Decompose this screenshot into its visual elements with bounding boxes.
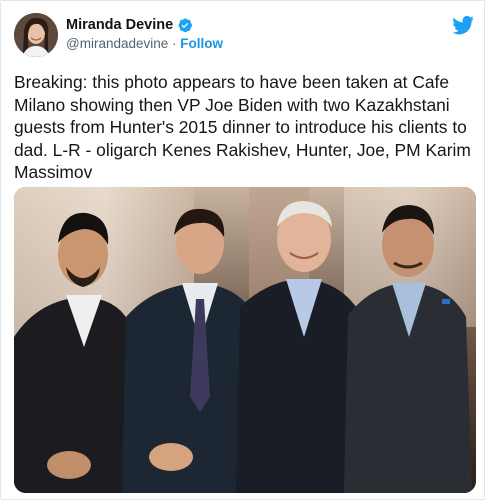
author-avatar[interactable]: [14, 13, 58, 57]
tweet-header: Miranda Devine @mirandadevine · Follow: [14, 13, 474, 63]
author-handle[interactable]: @mirandadevine: [66, 36, 168, 51]
twitter-bird-icon[interactable]: [452, 15, 474, 35]
handle-separator: ·: [168, 36, 181, 51]
verified-badge-icon: [177, 17, 193, 33]
tweet-card: Miranda Devine @mirandadevine · Follow B…: [0, 0, 485, 500]
follow-link[interactable]: Follow: [180, 36, 223, 51]
tweet-photo[interactable]: [14, 187, 476, 493]
author-display-name[interactable]: Miranda Devine: [66, 17, 173, 33]
tweet-text: Breaking: this photo appears to have bee…: [14, 72, 476, 182]
